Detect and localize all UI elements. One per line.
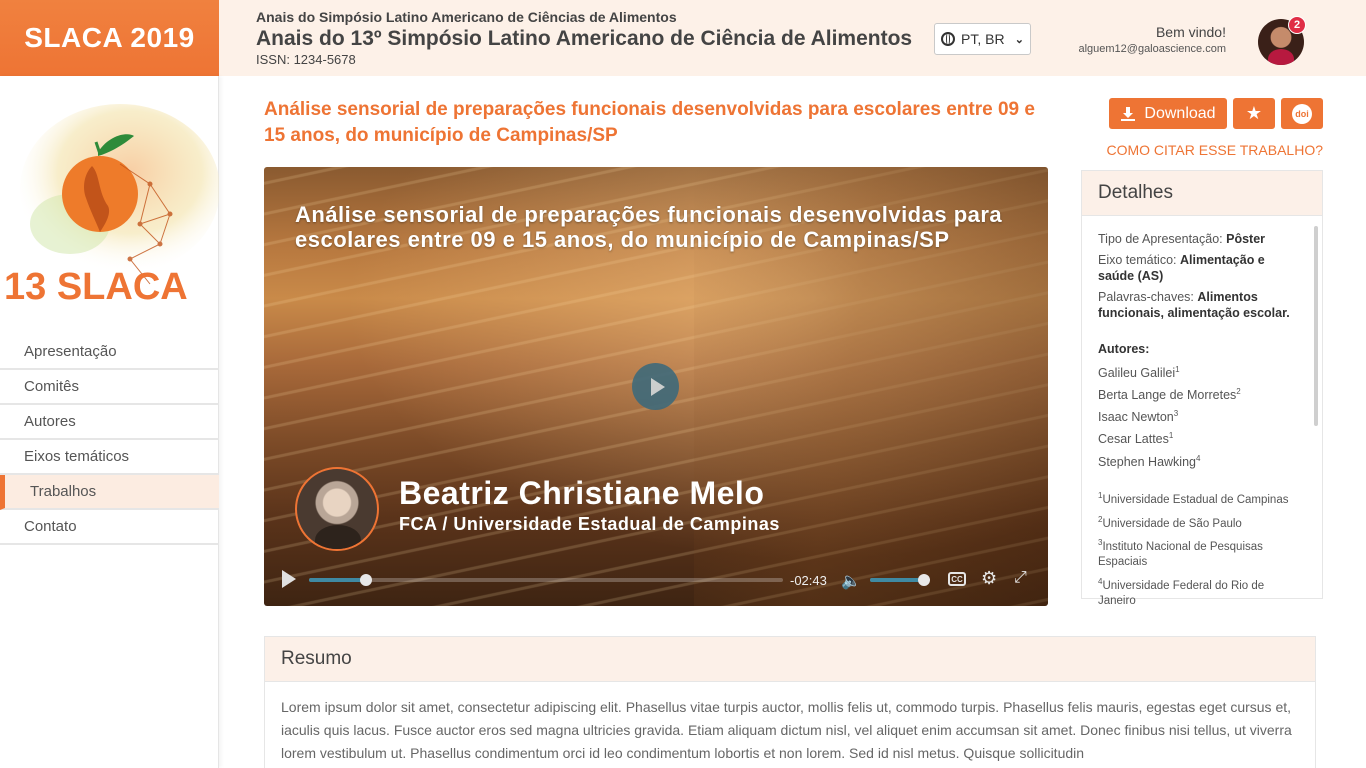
event-title: Anais do 13º Simpósio Latino Americano d… xyxy=(256,27,913,50)
star-icon: ★ xyxy=(1245,103,1263,123)
sidebar-nav: Apresentação Comitês Autores Eixos temát… xyxy=(0,335,219,545)
volume-icon[interactable]: 🔈 xyxy=(841,571,861,591)
thematic-axis-label: Eixo temático: xyxy=(1098,253,1177,267)
authors-label: Autores: xyxy=(1098,342,1150,356)
volume-fill xyxy=(870,578,924,582)
details-scrollbar[interactable] xyxy=(1314,226,1318,426)
author-sup: 2 xyxy=(1236,387,1241,397)
time-remaining: -02:43 xyxy=(790,573,827,588)
download-button[interactable]: Download xyxy=(1109,98,1227,129)
top-header: SLACA 2019 Anais do Simpósio Latino Amer… xyxy=(0,0,1366,76)
author-name: Cesar Lattes xyxy=(1098,432,1169,447)
event-info: Anais do Simpósio Latino Americano de Ci… xyxy=(256,9,912,67)
slaca-logo[interactable]: 13 SLACA xyxy=(0,94,219,314)
video-player[interactable]: Análise sensorial de preparações funcion… xyxy=(264,167,1048,606)
abstract-panel: Resumo Lorem ipsum dolor sit amet, conse… xyxy=(264,636,1316,768)
author-sup: 3 xyxy=(1173,409,1179,419)
presentation-type-value: Pôster xyxy=(1226,232,1266,246)
author-item[interactable]: Berta Lange de Morretes2 xyxy=(1098,384,1303,403)
author-sup: 1 xyxy=(1168,431,1174,441)
details-panel: Detalhes Tipo de Apresentação: Pôster Ei… xyxy=(1081,170,1323,607)
abstract-text: Lorem ipsum dolor sit amet, consectetur … xyxy=(281,699,1292,761)
progress-handle[interactable] xyxy=(359,574,372,586)
video-controls: -02:43 🔈 CC ⚙ ⤢ xyxy=(264,556,1048,606)
fullscreen-icon[interactable]: ⤢ xyxy=(1014,569,1027,587)
presenter-name: Beatriz Christiane Melo xyxy=(399,475,765,511)
event-subtitle: Anais do Simpósio Latino Americano de Ci… xyxy=(256,9,677,25)
progress-track[interactable] xyxy=(309,578,783,582)
user-email: alguem12@galoascience.com xyxy=(1078,43,1226,55)
video-title: Análise sensorial de preparações funcion… xyxy=(295,202,1003,252)
details-heading: Detalhes xyxy=(1082,171,1322,216)
download-label: Download xyxy=(1144,104,1216,122)
presenter-institution: FCA / Universidade Estadual de Campinas xyxy=(399,514,780,534)
keywords-label: Palavras-chaves: xyxy=(1098,290,1194,304)
author-sup: 1 xyxy=(1175,365,1180,374)
nav-item-contato[interactable]: Contato xyxy=(0,510,219,545)
nav-item-eixos-tematicos[interactable]: Eixos temáticos xyxy=(0,440,219,475)
author-sup: 4 xyxy=(1195,453,1201,463)
volume-handle[interactable] xyxy=(918,574,930,586)
user-greeting: Bem vindo! alguem12@galoascience.com xyxy=(1078,24,1226,55)
affiliation-item: 4Universidade Federal do Rio de Janeiro xyxy=(1098,574,1303,609)
doi-icon: doi xyxy=(1292,103,1312,124)
globe-icon xyxy=(941,32,955,46)
nav-item-trabalhos[interactable]: Trabalhos xyxy=(0,475,219,510)
gear-icon[interactable]: ⚙ xyxy=(981,568,997,589)
logo-text: 13 SLACA xyxy=(4,266,188,308)
nav-item-comites[interactable]: Comitês xyxy=(0,370,219,405)
nav-item-autores[interactable]: Autores xyxy=(0,405,219,440)
affiliation-name: Universidade Estadual de Campinas xyxy=(1102,493,1289,506)
chevron-down-icon: ⌄ xyxy=(1014,33,1024,46)
play-icon[interactable] xyxy=(282,570,296,588)
notification-badge[interactable]: 2 xyxy=(1288,16,1306,34)
affiliation-name: Instituto Nacional de Pesquisas Espaciai… xyxy=(1098,541,1263,569)
affiliation-name: Universidade Federal do Rio de Janeiro xyxy=(1098,580,1265,608)
author-item[interactable]: Galileu Galilei1 xyxy=(1098,362,1303,381)
affiliation-name: Universidade de São Paulo xyxy=(1102,517,1242,530)
play-overlay-button[interactable] xyxy=(632,363,679,410)
author-name: Isaac Newton xyxy=(1098,410,1174,425)
language-value: PT, BR xyxy=(961,31,1005,47)
author-item[interactable]: Stephen Hawking4 xyxy=(1098,451,1303,470)
author-name: Galileu Galilei xyxy=(1098,366,1176,381)
progress-fill xyxy=(309,578,366,582)
author-name: Stephen Hawking xyxy=(1098,454,1196,469)
captions-icon[interactable]: CC xyxy=(948,572,966,586)
doi-button[interactable]: doi xyxy=(1281,98,1323,129)
sidebar: 13 SLACA Apresentação Comitês Autores Ei… xyxy=(0,76,219,768)
abstract-heading: Resumo xyxy=(265,637,1315,682)
affiliation-item: 3Instituto Nacional de Pesquisas Espacia… xyxy=(1098,535,1303,570)
affiliations: 1Universidade Estadual de Campinas 2Univ… xyxy=(1098,488,1303,609)
presenter-photo xyxy=(295,467,379,551)
author-name: Berta Lange de Morretes xyxy=(1098,388,1237,403)
author-item[interactable]: Cesar Lattes1 xyxy=(1098,428,1303,447)
favorite-button[interactable]: ★ xyxy=(1233,98,1275,129)
presentation-type: Tipo de Apresentação: Pôster xyxy=(1098,231,1303,247)
brand-logo[interactable]: SLACA 2019 xyxy=(0,0,219,76)
keywords: Palavras-chaves: Alimentos funcionais, a… xyxy=(1098,289,1303,321)
details-body: Tipo de Apresentação: Pôster Eixo temáti… xyxy=(1098,231,1303,613)
author-item[interactable]: Isaac Newton3 xyxy=(1098,406,1303,425)
download-icon xyxy=(1121,106,1136,121)
nav-item-apresentacao[interactable]: Apresentação xyxy=(0,335,219,370)
cite-link[interactable]: COMO CITAR ESSE TRABALHO? xyxy=(1106,142,1323,158)
language-select[interactable]: PT, BR ⌄ xyxy=(934,23,1031,55)
presentation-type-label: Tipo de Apresentação: xyxy=(1098,232,1223,246)
welcome-text: Bem vindo! xyxy=(1155,24,1226,40)
affiliation-item: 2Universidade de São Paulo xyxy=(1098,512,1303,532)
paper-title: Análise sensorial de preparações funcion… xyxy=(264,99,1035,146)
issn: ISSN: 1234-5678 xyxy=(256,52,356,67)
thematic-axis: Eixo temático: Alimentação e saúde (AS) xyxy=(1098,252,1303,284)
affiliation-item: 1Universidade Estadual de Campinas xyxy=(1098,488,1303,508)
